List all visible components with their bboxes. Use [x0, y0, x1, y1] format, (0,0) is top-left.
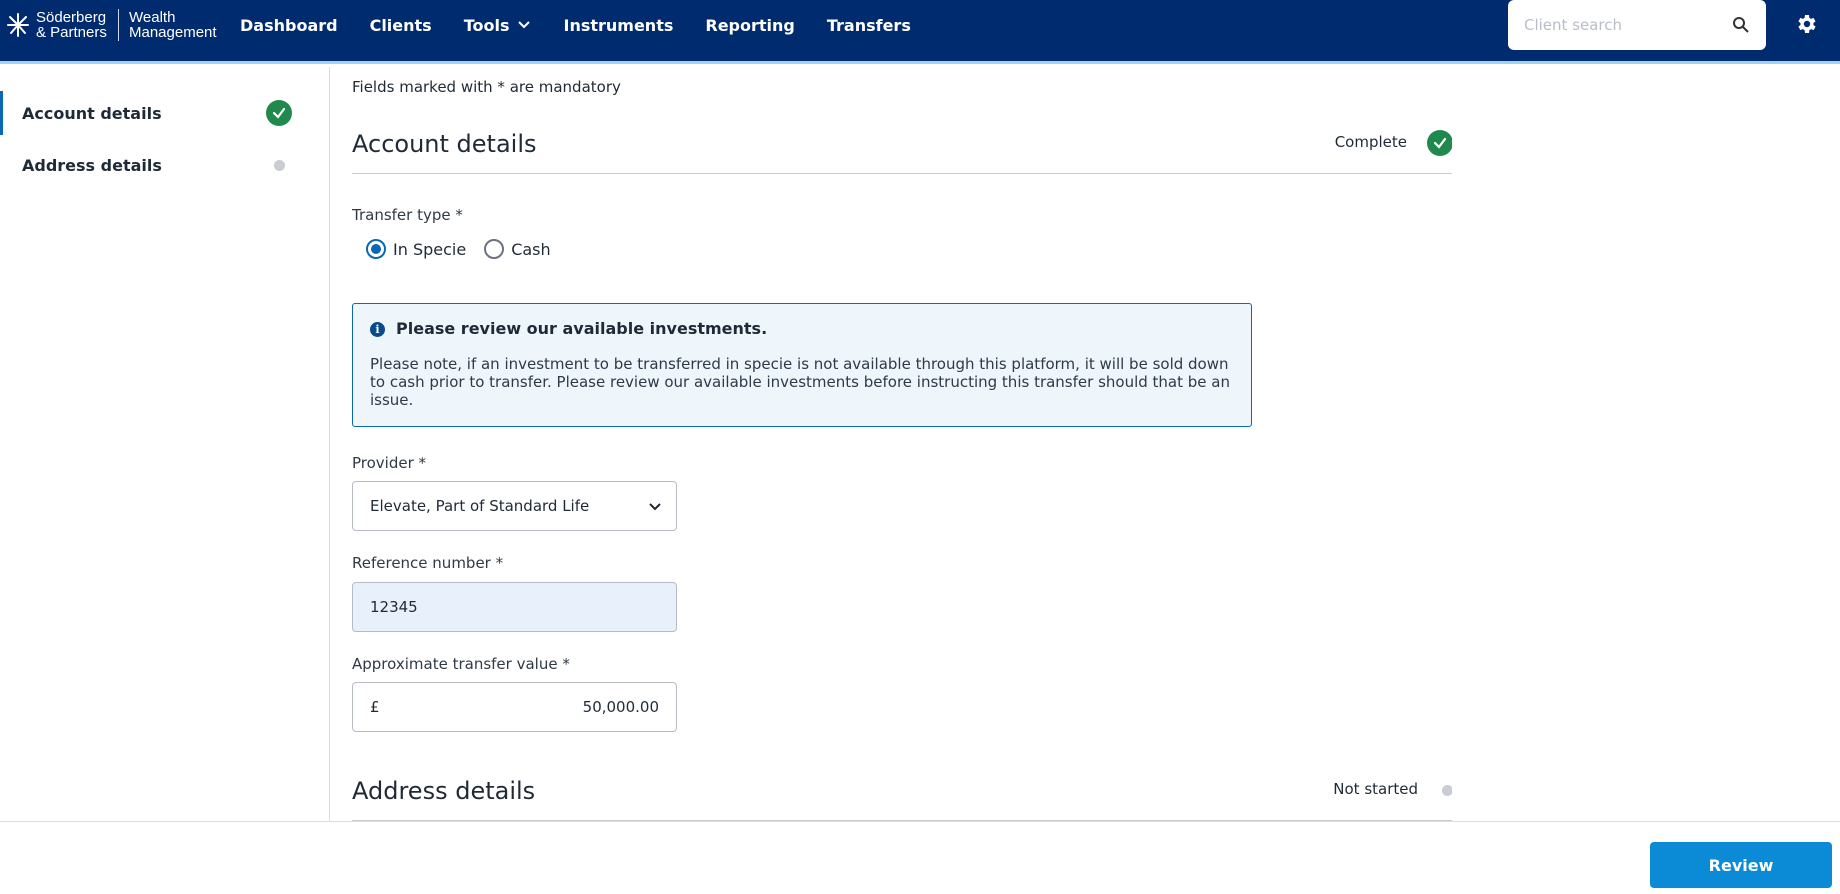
section-status: Not started	[1333, 780, 1418, 798]
nav-tools[interactable]: Tools	[464, 16, 532, 35]
not-started-dot-icon	[274, 159, 285, 171]
sidebar-item-address-details[interactable]: Address details	[0, 143, 300, 187]
review-button[interactable]: Review	[1650, 842, 1832, 888]
radio-cash[interactable]	[484, 239, 505, 259]
action-footer: Review	[0, 821, 1840, 894]
info-notice: i Please review our available investment…	[352, 303, 1252, 427]
main-nav: Dashboard Clients Tools Instruments Repo…	[240, 0, 943, 50]
transfer-value-input[interactable]: £ 50,000.00	[352, 682, 677, 732]
nav-reporting[interactable]: Reporting	[705, 16, 794, 35]
transfer-form: Fields marked with * are mandatory Accou…	[352, 67, 1452, 821]
nav-transfers[interactable]: Transfers	[827, 16, 911, 35]
chevron-down-icon	[649, 503, 661, 511]
sidebar-item-account-details[interactable]: Account details	[0, 91, 300, 135]
nav-dashboard[interactable]: Dashboard	[240, 16, 338, 35]
client-search-input[interactable]	[1524, 14, 1714, 36]
search-icon[interactable]	[1732, 16, 1750, 34]
radio-in-specie-label[interactable]: In Specie	[393, 240, 466, 259]
section-status: Complete	[1334, 133, 1407, 151]
sidebar-item-label: Address details	[22, 155, 162, 175]
complete-check-icon	[1427, 130, 1452, 156]
reference-number-input[interactable]: 12345	[352, 582, 677, 632]
not-started-dot-icon	[1442, 785, 1452, 796]
chevron-down-icon	[518, 21, 531, 29]
transfer-type-label: Transfer type *	[352, 206, 463, 224]
nav-clients[interactable]: Clients	[370, 16, 432, 35]
nav-instruments[interactable]: Instruments	[563, 16, 673, 35]
transfer-value-label: Approximate transfer value *	[352, 655, 570, 673]
logo-mark-icon	[7, 13, 29, 37]
currency-symbol: £	[370, 698, 380, 716]
section-sidebar: Account details Address details	[0, 67, 330, 821]
section-title: Account details	[352, 130, 537, 158]
transfer-type-radio-group: In Specie Cash	[366, 239, 569, 259]
complete-check-icon	[266, 100, 292, 126]
info-icon: i	[370, 322, 385, 337]
account-details-header: Account details Complete	[352, 122, 1452, 174]
reference-value: 12345	[370, 598, 418, 616]
logo[interactable]: Söderberg & Partners Wealth Management	[6, 8, 219, 42]
provider-label: Provider *	[352, 454, 427, 472]
top-navigation-bar: Söderberg & Partners Wealth Management D…	[0, 0, 1840, 64]
mandatory-note: Fields marked with * are mandatory	[352, 78, 621, 96]
client-search	[1508, 0, 1766, 50]
address-details-header: Address details Not started	[352, 769, 1452, 821]
reference-label: Reference number *	[352, 554, 504, 572]
gear-icon[interactable]	[1794, 12, 1818, 36]
info-title: Please review our available investments.	[396, 319, 768, 338]
product-name: Wealth Management	[129, 9, 217, 41]
transfer-value-amount: 50,000.00	[582, 698, 659, 716]
radio-in-specie[interactable]	[366, 239, 386, 259]
logo-divider	[118, 9, 119, 41]
provider-value: Elevate, Part of Standard Life	[370, 497, 590, 515]
radio-cash-label[interactable]: Cash	[511, 240, 550, 259]
brand-name: Söderberg & Partners	[36, 9, 107, 41]
sidebar-item-label: Account details	[22, 103, 162, 123]
provider-select[interactable]: Elevate, Part of Standard Life	[352, 481, 677, 531]
section-title: Address details	[352, 777, 536, 805]
info-body: Please note, if an investment to be tran…	[370, 355, 1230, 409]
